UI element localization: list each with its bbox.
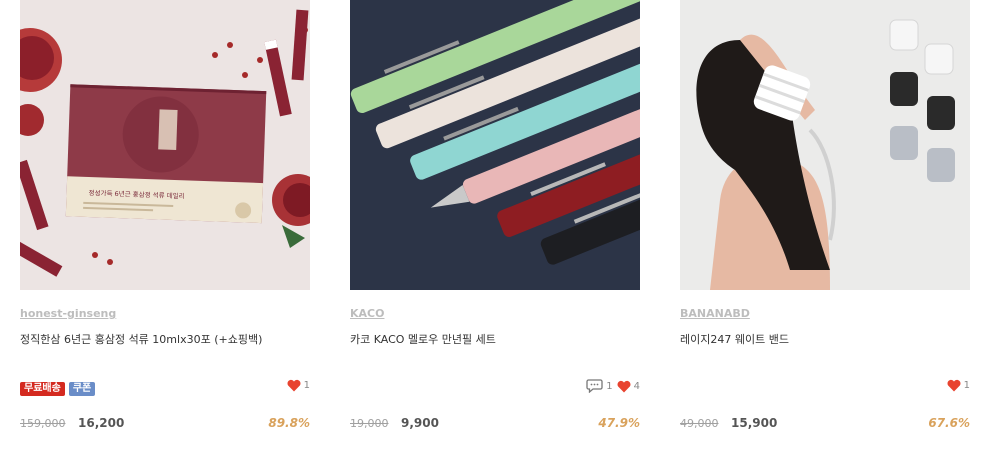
brand-link[interactable]: BANANABD xyxy=(680,307,750,320)
like-button[interactable]: 4 xyxy=(617,380,640,393)
original-price: 19,000 xyxy=(350,417,389,430)
heart-icon xyxy=(287,379,301,392)
discount-rate: 47.9% xyxy=(598,416,640,430)
product-card[interactable]: 정성가득 6년근 홍삼정 석류 데일리 honest-ginseng 정직한삼 … xyxy=(20,0,310,452)
product-title[interactable]: 정직한삼 6년근 홍삼정 석류 10mlx30포 (+쇼핑백) xyxy=(20,331,262,347)
badge-group: 무료배송 쿠폰 xyxy=(20,382,96,396)
sale-price: 15,900 xyxy=(731,416,778,430)
like-button[interactable]: 1 xyxy=(947,379,970,392)
sale-price: 9,900 xyxy=(401,416,439,430)
comment-button[interactable]: 1 xyxy=(586,379,613,393)
stats: 1 xyxy=(947,379,970,392)
heart-icon xyxy=(617,380,631,392)
like-count: 1 xyxy=(303,380,310,391)
like-count: 4 xyxy=(633,380,640,392)
like-button[interactable]: 1 xyxy=(287,379,310,392)
comment-count: 1 xyxy=(606,380,613,392)
discount-rate: 67.6% xyxy=(928,416,970,430)
sale-price: 16,200 xyxy=(78,416,125,430)
original-price: 159,000 xyxy=(20,417,66,430)
product-title[interactable]: 레이지247 웨이트 밴드 xyxy=(680,331,789,347)
heart-icon xyxy=(947,379,961,392)
stats: 1 xyxy=(287,379,310,392)
product-title[interactable]: 카코 KACO 멜로우 만년필 세트 xyxy=(350,331,496,347)
product-image[interactable]: 정성가득 6년근 홍삼정 석류 데일리 xyxy=(20,0,310,290)
product-image[interactable] xyxy=(350,0,640,290)
discount-rate: 89.8% xyxy=(268,416,310,430)
free-shipping-badge: 무료배송 xyxy=(20,382,65,396)
original-price: 49,000 xyxy=(680,417,719,430)
product-card[interactable]: BANANABD 레이지247 웨이트 밴드 1 49,000 15,900 6… xyxy=(680,0,970,452)
like-count: 1 xyxy=(963,380,970,391)
stats: 1 4 xyxy=(586,379,640,393)
comment-icon xyxy=(586,379,603,393)
coupon-badge: 쿠폰 xyxy=(68,382,96,396)
product-image[interactable] xyxy=(680,0,970,290)
brand-link[interactable]: honest-ginseng xyxy=(20,307,116,320)
brand-link[interactable]: KACO xyxy=(350,307,384,320)
product-card[interactable]: KACO 카코 KACO 멜로우 만년필 세트 1 4 19,000 9,900… xyxy=(350,0,640,452)
